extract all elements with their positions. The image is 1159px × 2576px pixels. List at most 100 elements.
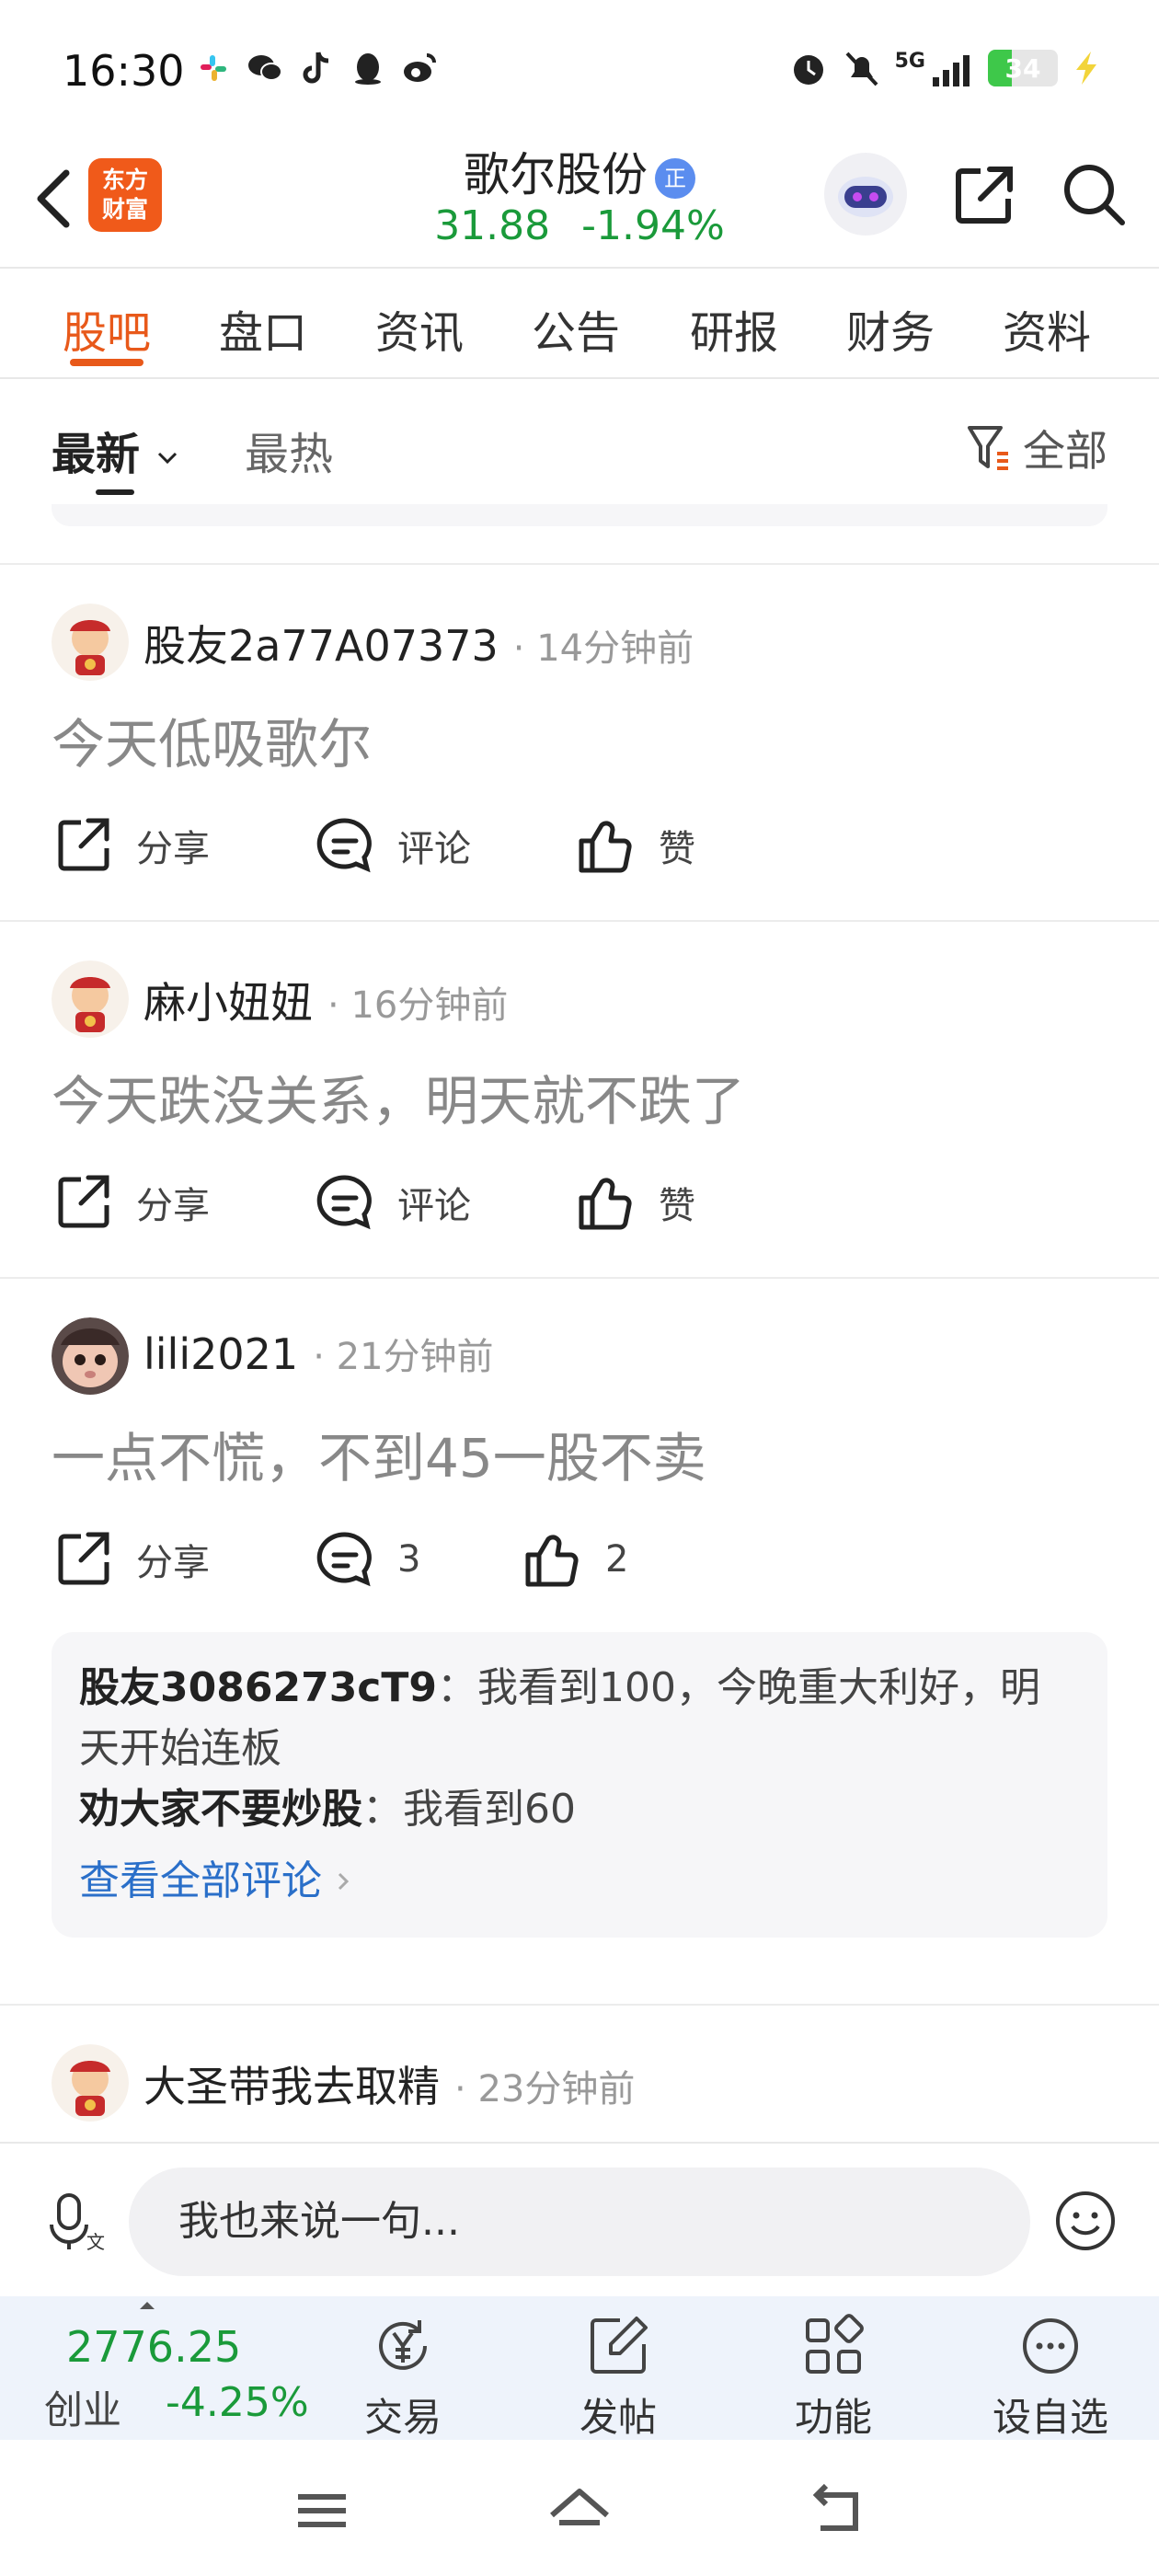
comment-user[interactable]: 股友3086273cT9: [79, 1664, 437, 1711]
battery-indicator: 34: [988, 50, 1058, 86]
back-icon[interactable]: [800, 2478, 874, 2543]
slack-icon: [193, 50, 234, 86]
index-value: 2776.25: [66, 2322, 242, 2372]
share-button[interactable]: 分享: [52, 813, 210, 878]
post-time: 14分钟前: [536, 627, 694, 670]
add-watchlist-button[interactable]: 设自选: [968, 2311, 1133, 2443]
like-button[interactable]: 2: [521, 1527, 628, 1592]
sort-latest[interactable]: 最新: [52, 418, 179, 482]
post-content[interactable]: 今天跌没关系，明天就不跌了: [52, 1058, 745, 1135]
charging-icon: [1076, 52, 1096, 85]
avatar[interactable]: [52, 604, 129, 681]
stock-price: 31.88: [434, 202, 551, 249]
menu-icon[interactable]: [285, 2478, 359, 2543]
filter-icon: [968, 426, 1008, 470]
thumbs-up-icon: [579, 821, 632, 873]
view-all-comments-link[interactable]: 查看全部评论: [79, 1851, 1080, 1912]
post-actions: 分享 3 2: [52, 1527, 1109, 1601]
like-button[interactable]: 赞: [574, 1170, 695, 1235]
tab-announcements[interactable]: 公告: [532, 296, 620, 361]
network-type: 5G: [894, 49, 925, 73]
qq-icon: [348, 50, 388, 86]
comment-preview[interactable]: 股友3086273cT9：我看到100，今晚重大利好，明天开始连板 劝大家不要炒…: [52, 1632, 1107, 1938]
emoji-icon[interactable]: [1050, 2186, 1120, 2256]
edit-icon: [591, 2317, 648, 2374]
function-button[interactable]: 功能: [751, 2311, 916, 2443]
share-icon: [58, 1532, 109, 1585]
svg-text:文: 文: [86, 2231, 105, 2253]
trade-button[interactable]: 交易: [320, 2311, 486, 2443]
like-count: 2: [605, 1538, 629, 1581]
weibo-icon: [399, 50, 440, 86]
search-icon[interactable]: [1058, 158, 1131, 232]
avatar[interactable]: [52, 2044, 129, 2122]
tab-profile[interactable]: 资料: [1003, 296, 1091, 361]
comment-button[interactable]: 3: [313, 1527, 420, 1592]
active-tab-indicator: [70, 359, 143, 366]
post-actions: 分享 评论 赞: [52, 1170, 1109, 1244]
new-post-button[interactable]: 发帖: [535, 2311, 701, 2443]
post-author[interactable]: 股友2a77A07373 · 14分钟前: [143, 613, 694, 673]
comment-icon: [316, 1175, 372, 1230]
post-card[interactable]: 股友2a77A07373 · 14分钟前 今天低吸歌尔 分享 评论 赞: [0, 563, 1159, 920]
sort-hot[interactable]: 最热: [245, 418, 333, 482]
tab-news[interactable]: 资讯: [375, 296, 464, 361]
voice-input-icon[interactable]: 文: [40, 2188, 107, 2254]
sort-indicator: [96, 489, 134, 495]
sort-tabs: 最新 最热 全部: [0, 379, 1159, 499]
comment-item[interactable]: 股友3086273cT9：我看到100，今晚重大利好，明天开始连板: [79, 1658, 1080, 1779]
post-author[interactable]: 麻小妞妞 · 16分钟前: [143, 970, 508, 1030]
share-button[interactable]: 分享: [52, 1170, 210, 1235]
post-card[interactable]: lili2021 · 21分钟前 一点不慌，不到45一股不卖 分享 3 2 股友3…: [0, 1277, 1159, 2004]
wechat-icon: [245, 50, 285, 86]
filter-button[interactable]: 全部: [966, 418, 1107, 478]
ai-assistant-avatar[interactable]: [824, 153, 907, 236]
grid-icon: [806, 2314, 864, 2374]
post-time: 16分钟前: [350, 984, 509, 1027]
system-indicators: 5G 34: [788, 48, 1102, 88]
share-icon: [58, 818, 109, 871]
comment-item[interactable]: 劝大家不要炒股：我看到60: [79, 1779, 1080, 1840]
comment-user[interactable]: 劝大家不要炒股: [79, 1786, 362, 1833]
share-icon[interactable]: [947, 158, 1021, 232]
mute-bell-icon: [845, 52, 878, 86]
index-change: -4.25%: [166, 2379, 309, 2426]
post-card[interactable]: 麻小妞妞 · 16分钟前 今天跌没关系，明天就不跌了 分享 评论 赞: [0, 920, 1159, 1277]
tab-finance[interactable]: 财务: [846, 296, 935, 361]
stock-name: 歌尔股份: [464, 148, 648, 201]
post-author[interactable]: 大圣带我去取精 · 23分钟前: [143, 2053, 635, 2114]
avatar[interactable]: [52, 960, 129, 1038]
avatar[interactable]: [52, 1317, 129, 1395]
post-content[interactable]: 一点不慌，不到45一股不卖: [52, 1415, 706, 1492]
share-icon: [58, 1175, 109, 1228]
comment-composer: 文 我也来说一句...: [0, 2144, 1159, 2296]
more-icon: [1023, 2318, 1078, 2374]
status-bar: 16:30 5G 34: [0, 0, 1159, 138]
like-button[interactable]: 赞: [574, 813, 695, 878]
chevron-down-icon: [157, 452, 177, 465]
system-nav-bar: [0, 2440, 1159, 2576]
tab-pankou[interactable]: 盘口: [219, 296, 307, 361]
comment-text: ：我看到60: [362, 1786, 576, 1833]
tab-guba[interactable]: 股吧: [63, 296, 151, 361]
post-card[interactable]: 大圣带我去取精 · 23分钟前: [0, 2004, 1159, 2142]
tiktok-icon: [296, 50, 337, 86]
chevron-right-icon: [338, 1872, 350, 1891]
home-icon[interactable]: [543, 2478, 616, 2543]
comment-input[interactable]: 我也来说一句...: [129, 2168, 1030, 2276]
signal-icon: [933, 55, 970, 86]
share-button[interactable]: 分享: [52, 1527, 210, 1592]
tab-research[interactable]: 研报: [690, 296, 778, 361]
comment-count: 3: [397, 1538, 421, 1581]
thumbs-up-icon: [525, 1535, 579, 1587]
status-time: 16:30: [63, 46, 185, 96]
post-content[interactable]: 今天低吸歌尔: [52, 701, 372, 778]
comment-icon: [316, 818, 372, 873]
trade-yen-icon: [379, 2320, 427, 2370]
comment-button[interactable]: 评论: [313, 1170, 471, 1235]
thumbs-up-icon: [579, 1178, 632, 1230]
post-author[interactable]: lili2021 · 21分钟前: [143, 1327, 494, 1380]
index-name: 创业: [44, 2387, 122, 2432]
comment-button[interactable]: 评论: [313, 813, 471, 878]
verified-badge: 正: [655, 157, 695, 199]
